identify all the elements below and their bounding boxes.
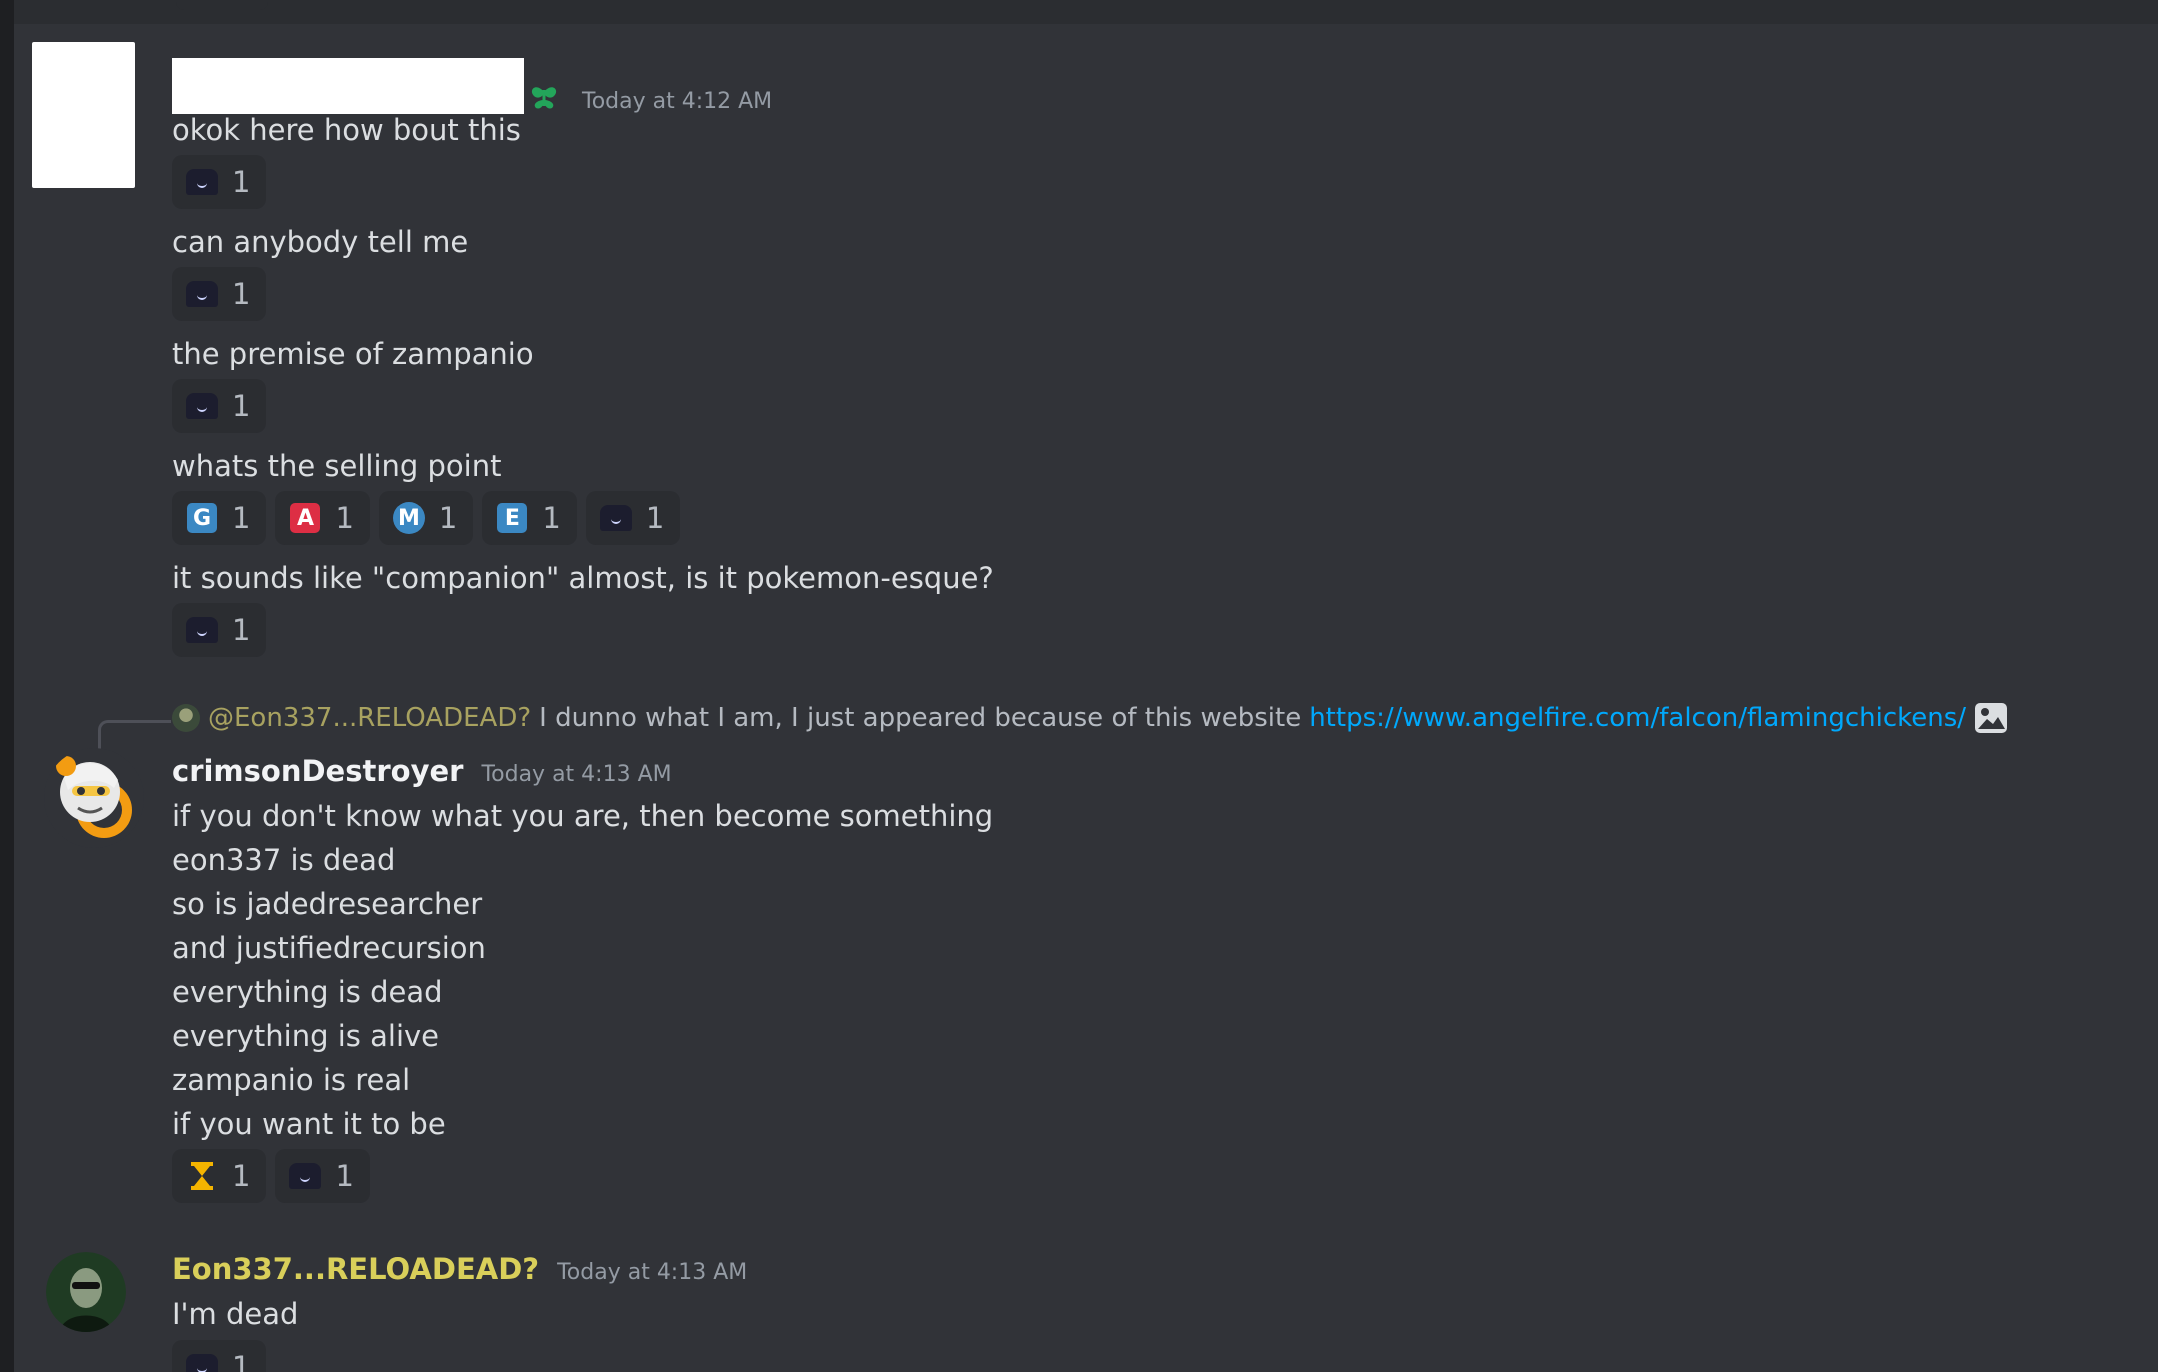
reaction-count: 1 (542, 501, 561, 535)
reaction-bar: 1 (172, 155, 267, 209)
reply-mention[interactable]: @Eon337...RELOADEAD? (208, 703, 531, 733)
dark-face-emoji-icon (289, 1160, 322, 1192)
reaction-count: 1 (232, 165, 251, 199)
image-attachment-icon (1974, 702, 2008, 734)
avatar-redacted[interactable] (32, 42, 135, 188)
reaction-hourglass[interactable]: 1 (172, 1149, 267, 1203)
reply-preview[interactable]: @Eon337...RELOADEAD? I dunno what I am, … (172, 702, 2008, 734)
dark-face-emoji-icon (186, 390, 218, 422)
message-line: okok here how bout this (172, 113, 521, 147)
reaction-count: 1 (232, 501, 251, 535)
chat-message-list: Today at 4:12 AM okok here how bout this… (14, 0, 2158, 1372)
message-timestamp[interactable]: Today at 4:12 AM (582, 89, 772, 114)
reaction-count: 1 (438, 501, 458, 535)
reaction-count: 1 (335, 1159, 354, 1193)
message-line: everything is alive (172, 1019, 440, 1053)
message-line: if you want it to be (172, 1107, 446, 1141)
reaction-bar: 1 (172, 603, 267, 657)
username-redacted[interactable] (172, 58, 524, 114)
reply-text: I dunno what I am, I just appeared becau… (539, 703, 1302, 733)
reaction-dark-face[interactable]: 1 (172, 603, 267, 657)
dark-face-emoji-icon (599, 502, 632, 534)
reaction-count: 1 (645, 501, 665, 535)
reaction-count: 1 (232, 277, 251, 311)
reaction-bar: 1 (172, 267, 267, 321)
reaction-letter-a[interactable]: A 1 (275, 491, 370, 545)
previous-message-reactions-strip (14, 0, 2158, 24)
avatar-eon337[interactable] (46, 1252, 126, 1332)
reaction-bar: 1 (172, 1340, 267, 1372)
circled-m-emoji-icon: M (392, 502, 425, 534)
reaction-count: 1 (232, 1350, 251, 1372)
letter-g-emoji-icon: G (186, 502, 218, 534)
reaction-bar: 1 1 (172, 1149, 370, 1203)
message-timestamp[interactable]: Today at 4:13 AM (557, 1260, 747, 1285)
message-header: Today at 4:12 AM (172, 52, 772, 114)
reaction-dark-face[interactable]: 1 (172, 379, 267, 433)
replied-user-avatar (172, 704, 200, 732)
hourglass-emoji-icon (186, 1160, 218, 1192)
reaction-count: 1 (232, 1159, 251, 1193)
message-line: and justifiedrecursion (172, 931, 486, 965)
letter-a-emoji-icon: A (289, 502, 321, 534)
reaction-count: 1 (335, 501, 354, 535)
reaction-bar: G 1 A 1 M 1 E 1 1 (172, 491, 681, 545)
message-header: crimsonDestroyer Today at 4:13 AM (172, 754, 672, 788)
message-line: if you don't know what you are, then bec… (172, 799, 994, 833)
username[interactable]: Eon337...RELOADEAD? (172, 1252, 539, 1286)
reaction-dark-face[interactable]: 1 (172, 155, 267, 209)
message-line: the premise of zampanio (172, 337, 534, 371)
reaction-dark-face[interactable]: 1 (172, 1340, 267, 1372)
message-line: eon337 is dead (172, 843, 396, 877)
message-line: zampanio is real (172, 1063, 411, 1097)
reply-link[interactable]: https://www.angelfire.com/falcon/flaming… (1309, 703, 1966, 733)
reaction-letter-g[interactable]: G 1 (172, 491, 267, 545)
avatar-crimsondestroyer[interactable] (44, 748, 144, 848)
message-header: Eon337...RELOADEAD? Today at 4:13 AM (172, 1252, 747, 1286)
message-line: everything is dead (172, 975, 443, 1009)
letter-e-emoji-icon: E (496, 502, 528, 534)
reaction-dark-face[interactable]: 1 (275, 1149, 370, 1203)
message-line: I'm dead (172, 1297, 299, 1331)
message-line: it sounds like "companion" almost, is it… (172, 561, 994, 595)
reaction-count: 1 (232, 613, 251, 647)
message-line: can anybody tell me (172, 225, 469, 259)
dark-face-emoji-icon (186, 1351, 218, 1372)
reaction-count: 1 (232, 389, 251, 423)
reaction-bar: 1 (172, 379, 267, 433)
username[interactable]: crimsonDestroyer (172, 754, 463, 788)
dark-face-emoji-icon (186, 166, 218, 198)
message-timestamp[interactable]: Today at 4:13 AM (481, 762, 671, 787)
reaction-dark-face[interactable]: 1 (172, 267, 267, 321)
plant-badge-icon[interactable] (524, 76, 564, 116)
reaction-letter-e[interactable]: E 1 (482, 491, 577, 545)
dark-face-emoji-icon (186, 278, 218, 310)
reaction-dark-face[interactable]: 1 (585, 491, 681, 545)
reaction-letter-m[interactable]: M 1 (378, 491, 474, 545)
dark-face-emoji-icon (186, 614, 218, 646)
message-line: so is jadedresearcher (172, 887, 483, 921)
message-line: whats the selling point (172, 449, 502, 483)
